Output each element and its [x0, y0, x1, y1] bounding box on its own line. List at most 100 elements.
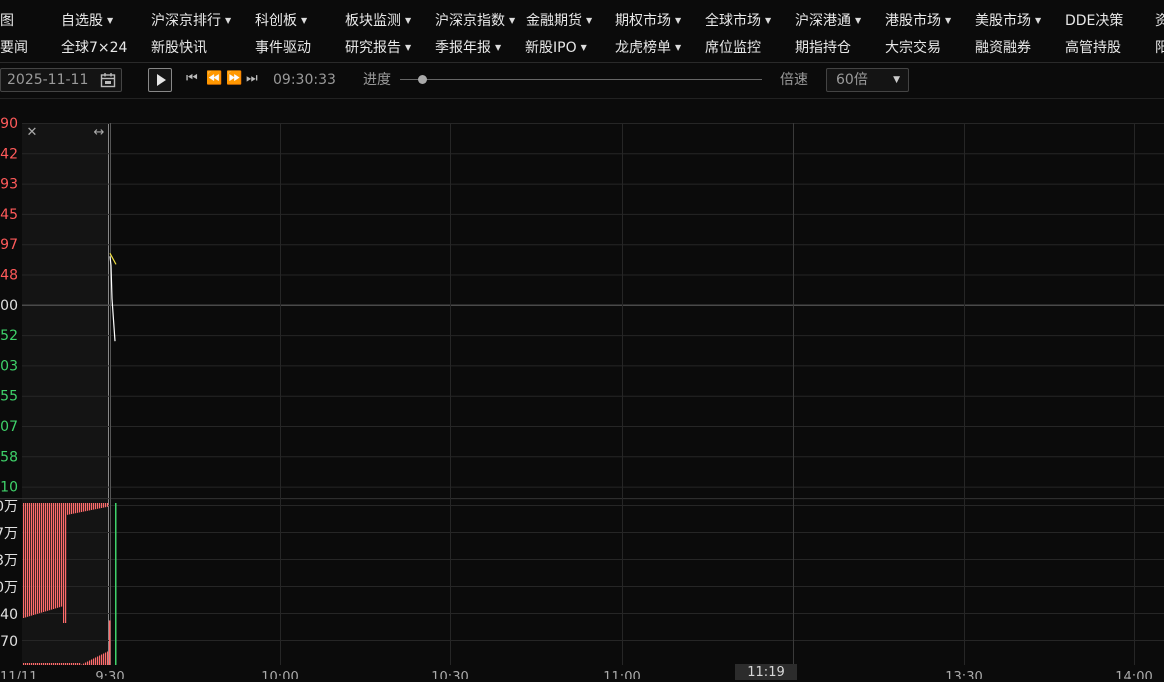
nav-item[interactable]: 大宗交易: [885, 35, 941, 62]
nav-item[interactable]: 金融期货 ▼: [526, 8, 592, 35]
auction-volume-bar: [49, 663, 51, 665]
nav-item[interactable]: 新股快讯: [151, 35, 207, 62]
time-axis-label: 10:30: [431, 670, 468, 679]
top-navigation-row: 图自选股 ▼ 沪深京排行 ▼ 科创板 ▼ 板块监测 ▼ 沪深京指数 ▼ 金融期货 ▼ 期权市场 ▼ 全球市场…: [0, 8, 1164, 35]
premarket-volume-bar: [55, 503, 57, 609]
nav-item[interactable]: 科创板 ▼: [255, 8, 307, 35]
play-button[interactable]: [148, 68, 172, 92]
auction-volume-bar: [75, 663, 77, 665]
premarket-volume-bar: [89, 503, 91, 511]
nav-item[interactable]: 沪深京指数 ▼: [435, 8, 515, 35]
nav-item[interactable]: 全球市场 ▼: [705, 8, 771, 35]
calendar-icon[interactable]: [100, 72, 116, 88]
time-axis-label: 9:30: [95, 670, 124, 679]
auction-volume-bar: [51, 663, 53, 665]
auction-volume-bar: [85, 662, 87, 665]
rewind-icon[interactable]: ⏪: [206, 70, 222, 88]
nav-item[interactable]: 图: [0, 8, 14, 35]
fast-forward-icon[interactable]: ⏩: [226, 70, 242, 88]
close-icon[interactable]: ✕: [25, 126, 39, 140]
nav-item[interactable]: 龙虎榜单 ▼: [615, 35, 681, 62]
progress-slider-handle[interactable]: [417, 75, 427, 84]
auction-volume-bar: [73, 663, 75, 665]
nav-item[interactable]: 融资融券: [975, 35, 1031, 62]
price-axis-label: 07: [0, 419, 18, 435]
premarket-volume-bar: [87, 503, 89, 511]
nav-item-label: 新股IPO: [525, 40, 577, 56]
chevron-down-icon: ▼: [509, 16, 516, 25]
chevron-down-icon: ▼: [765, 16, 772, 25]
price-axis-label: 45: [0, 207, 18, 223]
nav-item[interactable]: 美股市场 ▼: [975, 8, 1041, 35]
nav-item-label: 自选股: [61, 13, 103, 29]
auction-volume-bar: [55, 663, 57, 665]
nav-item[interactable]: 自选股 ▼: [61, 8, 113, 35]
nav-item-label: 新股快讯: [151, 40, 207, 56]
chevron-down-icon: ▼: [855, 16, 862, 25]
progress-slider-track[interactable]: [400, 79, 762, 80]
nav-item-label: 要闻: [0, 40, 28, 56]
auction-volume-bar: [107, 651, 109, 665]
nav-item-label: 金融期货: [526, 13, 582, 29]
premarket-volume-bar: [95, 503, 97, 510]
nav-item[interactable]: 板块监测 ▼: [345, 8, 411, 35]
auction-volume-bar: [103, 653, 105, 665]
nav-item[interactable]: 季报年报 ▼: [435, 35, 501, 62]
premarket-volume-bar: [65, 503, 67, 623]
premarket-volume-bar: [75, 503, 77, 514]
premarket-volume-bar: [85, 503, 87, 512]
nav-item-label: DDE决策: [1065, 13, 1124, 29]
skip-to-start-icon[interactable]: ⏮: [186, 70, 198, 88]
chevron-down-icon: ▼: [107, 16, 114, 25]
auction-volume-bar: [53, 663, 55, 665]
premarket-volume-bar: [61, 503, 63, 607]
nav-item[interactable]: 资: [1155, 8, 1164, 35]
chevron-down-icon: ▼: [405, 43, 412, 52]
nav-item[interactable]: 新股IPO ▼: [525, 35, 587, 62]
nav-item-label: 板块监测: [345, 13, 401, 29]
nav-item[interactable]: 全球7×24: [61, 35, 127, 62]
nav-item[interactable]: 研究报告 ▼: [345, 35, 411, 62]
nav-item[interactable]: 高管持股: [1065, 35, 1121, 62]
nav-item[interactable]: 期权市场 ▼: [615, 8, 681, 35]
nav-item[interactable]: 阳: [1155, 35, 1164, 62]
date-picker[interactable]: 2025-11-11: [0, 68, 122, 92]
auction-volume-bar: [39, 663, 41, 665]
nav-item[interactable]: 港股市场 ▼: [885, 8, 951, 35]
nav-item-label: 沪深港通: [795, 13, 851, 29]
auction-volume-bar: [37, 663, 39, 665]
premarket-volume-bar: [91, 503, 93, 510]
resize-horizontal-icon[interactable]: ↔: [90, 126, 108, 140]
nav-item[interactable]: 沪深港通 ▼: [795, 8, 861, 35]
price-axis-label: 00: [0, 298, 18, 314]
premarket-volume-bar: [47, 503, 49, 611]
auction-volume-bar: [23, 663, 25, 665]
price-axis-label: 48: [0, 268, 18, 284]
speed-label: 倍速: [780, 72, 808, 88]
nav-item[interactable]: 期指持仓: [795, 35, 851, 62]
chevron-down-icon: ▼: [893, 75, 900, 85]
price-axis-label: 58: [0, 449, 18, 465]
premarket-volume-bar: [29, 503, 31, 617]
time-axis-label: 14:00: [1115, 670, 1152, 679]
nav-item[interactable]: 要闻: [0, 35, 28, 62]
premarket-volume-bar: [41, 503, 43, 613]
intraday-chart[interactable]: 90 42 93 45 97 48 00 52 03 55 07 58 10 0万 7万 3万 0万 40 70 11…: [0, 99, 1164, 680]
nav-item-label: 图: [0, 13, 14, 29]
premarket-volume-bar: [99, 503, 101, 509]
nav-item[interactable]: 沪深京排行 ▼: [151, 8, 231, 35]
auction-volume-bar: [95, 657, 97, 665]
premarket-volume-bar: [101, 503, 103, 508]
skip-to-end-icon[interactable]: ⏭: [246, 70, 258, 88]
auction-volume-bar: [87, 661, 89, 665]
nav-item[interactable]: DDE决策: [1065, 8, 1123, 35]
nav-item[interactable]: 席位监控: [705, 35, 761, 62]
nav-item[interactable]: 事件驱动: [255, 35, 311, 62]
chart-canvas: 90 42 93 45 97 48 00 52 03 55 07 58 10 0万 7万 3万 0万 40 70 11…: [0, 116, 1164, 679]
premarket-volume-bar: [23, 503, 25, 618]
nav-item-label: 沪深京指数: [435, 13, 505, 29]
speed-select[interactable]: 60倍 ▼: [826, 68, 909, 92]
premarket-volume-bar: [51, 503, 53, 610]
volume-bar: [109, 620, 111, 665]
cursor-time-badge: 11:19: [735, 664, 797, 680]
